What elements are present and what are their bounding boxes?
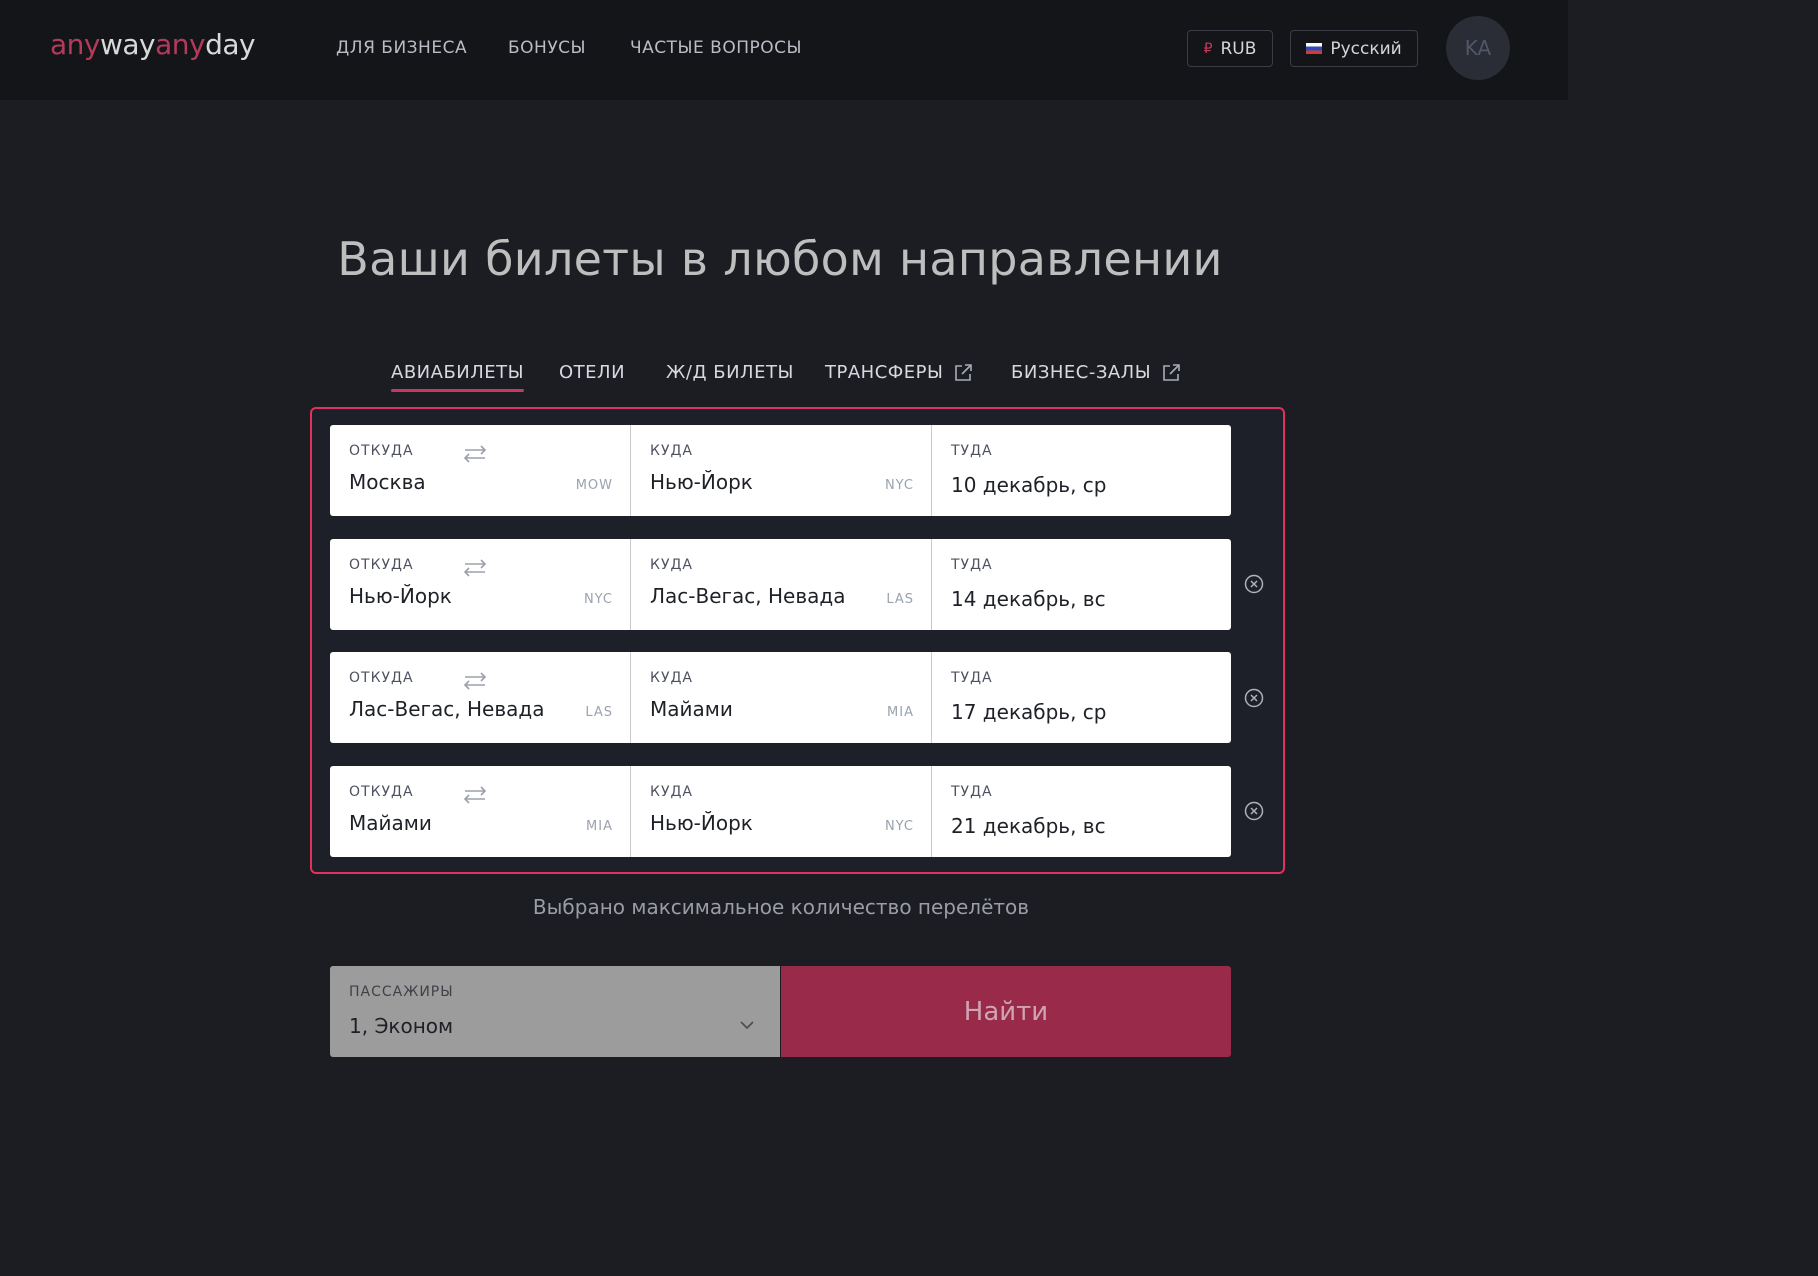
date-field[interactable]: ТУДА 10 декабрь, ср [932,425,1231,516]
to-field[interactable]: КУДА Нью-Йорк NYC [631,425,932,516]
to-label: КУДА [650,557,693,573]
to-code: MIA [887,705,914,720]
tab-hotels[interactable]: ОТЕЛИ [559,362,625,383]
date-value: 21 декабрь, вс [951,814,1106,838]
from-code: LAS [585,705,613,720]
external-link-icon [955,363,973,381]
ruble-icon: ₽ [1203,40,1213,57]
to-label: КУДА [650,670,693,686]
passengers-value: 1, Эконом [349,1014,454,1038]
from-value: Москва [349,470,426,494]
tab-flights-label: АВИАБИЛЕТЫ [391,362,525,383]
flight-segment-3: ОТКУДА Лас-Вегас, Невада LAS КУДА Майами… [330,652,1231,743]
to-code: LAS [886,592,914,607]
from-label: ОТКУДА [349,784,414,800]
language-label: Русский [1330,38,1402,59]
from-code: MOW [575,478,613,493]
date-value: 17 декабрь, ср [951,700,1107,724]
date-field[interactable]: ТУДА 14 декабрь, вс [932,539,1231,630]
date-label: ТУДА [951,784,993,800]
currency-button[interactable]: ₽ RUB [1187,30,1273,67]
remove-segment-icon[interactable] [1244,688,1264,708]
to-code: NYC [884,819,914,834]
tab-transfers[interactable]: ТРАНСФЕРЫ [825,362,973,383]
tab-business-lounges-label: БИЗНЕС-ЗАЛЫ [1011,362,1152,383]
passengers-label: ПАССАЖИРЫ [349,984,454,1000]
remove-segment-icon[interactable] [1244,801,1264,821]
to-field[interactable]: КУДА Лас-Вегас, Невада LAS [631,539,932,630]
tab-trains[interactable]: Ж/Д БИЛЕТЫ [666,362,794,383]
logo-part-any: any [50,28,100,61]
avatar[interactable]: KA [1446,16,1510,80]
date-label: ТУДА [951,670,993,686]
to-label: КУДА [650,443,693,459]
date-value: 10 декабрь, ср [951,473,1107,497]
to-field[interactable]: КУДА Майами MIA [631,652,932,743]
from-value: Лас-Вегас, Невада [349,697,545,721]
logo-part-any-2: any [155,28,206,61]
to-code: NYC [884,478,914,493]
date-field[interactable]: ТУДА 17 декабрь, ср [932,652,1231,743]
from-label: ОТКУДА [349,557,414,573]
search-button[interactable]: Найти [781,966,1231,1057]
flight-segment-2: ОТКУДА Нью-Йорк NYC КУДА Лас-Вегас, Нева… [330,539,1231,630]
language-button[interactable]: Русский [1290,30,1418,67]
from-field[interactable]: ОТКУДА Москва MOW [330,425,631,516]
logo[interactable]: anywayanyday [50,28,256,61]
passengers-select[interactable]: ПАССАЖИРЫ 1, Эконом [330,966,780,1057]
to-field[interactable]: КУДА Нью-Йорк NYC [631,766,932,857]
currency-label: RUB [1220,38,1257,59]
page-title: Ваши билеты в любом направлении [337,232,1223,286]
max-flights-note: Выбрано максимальное количество перелёто… [532,895,1030,919]
from-label: ОТКУДА [349,443,414,459]
to-label: КУДА [650,784,693,800]
flight-segment-1: ОТКУДА Москва MOW КУДА Нью-Йорк NYC ТУДА… [330,425,1231,516]
logo-part-day: day [205,28,256,61]
chevron-down-icon [740,1021,754,1030]
top-header: anywayanyday ДЛЯ БИЗНЕСА БОНУСЫ ЧАСТЫЕ В… [0,0,1568,100]
tab-flights[interactable]: АВИАБИЛЕТЫ [391,362,525,392]
swap-icon[interactable] [462,670,488,692]
from-field[interactable]: ОТКУДА Нью-Йорк NYC [330,539,631,630]
russia-flag-icon [1306,43,1323,54]
to-value: Майами [650,697,733,721]
from-code: NYC [583,592,613,607]
nav-faq[interactable]: ЧАСТЫЕ ВОПРОСЫ [630,38,802,58]
remove-segment-icon[interactable] [1244,574,1264,594]
nav-business[interactable]: ДЛЯ БИЗНЕСА [336,38,467,58]
logo-part-way: way [99,28,156,61]
to-value: Нью-Йорк [650,811,753,835]
date-value: 14 декабрь, вс [951,587,1106,611]
tab-hotels-label: ОТЕЛИ [559,362,626,383]
external-link-icon [1163,363,1180,381]
to-value: Лас-Вегас, Невада [650,584,846,608]
from-field[interactable]: ОТКУДА Лас-Вегас, Невада LAS [330,652,631,743]
tab-business-lounges[interactable]: БИЗНЕС-ЗАЛЫ [1011,362,1181,383]
nav-bonuses[interactable]: БОНУСЫ [508,38,586,58]
tab-transfers-label: ТРАНСФЕРЫ [825,362,944,383]
tab-trains-label: Ж/Д БИЛЕТЫ [666,362,794,383]
date-field[interactable]: ТУДА 21 декабрь, вс [932,766,1231,857]
from-value: Нью-Йорк [349,584,452,608]
flight-segment-4: ОТКУДА Майами MIA КУДА Нью-Йорк NYC ТУДА… [330,766,1231,857]
date-label: ТУДА [951,443,993,459]
from-value: Майами [349,811,432,835]
swap-icon[interactable] [462,557,488,579]
to-value: Нью-Йорк [650,470,753,494]
swap-icon[interactable] [462,443,488,465]
swap-icon[interactable] [462,784,488,806]
from-field[interactable]: ОТКУДА Майами MIA [330,766,631,857]
date-label: ТУДА [951,557,993,573]
from-code: MIA [586,819,613,834]
from-label: ОТКУДА [349,670,414,686]
